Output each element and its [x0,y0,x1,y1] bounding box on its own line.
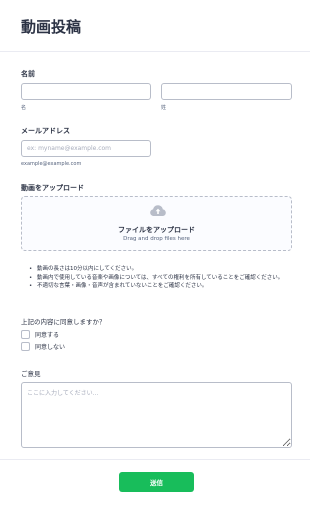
footer-divider [0,459,310,460]
upload-title: ファイルをアップロード [118,226,195,234]
name-label: 名前 [21,70,35,78]
checkbox[interactable] [21,342,30,351]
choice-label: 同意する [35,332,60,339]
submit-button[interactable]: 送信 [119,472,194,492]
consent-option-disagree[interactable]: 同意しない [21,342,65,351]
notes-list: 動画の長さは10分以内にしてください。 動画内で使用している音楽や画像については… [29,265,295,291]
choice-label: 同意しない [35,344,66,351]
list-item: 動画の長さは10分以内にしてください。 [29,265,295,274]
email-label: メールアドレス [21,127,70,135]
comment-textarea[interactable] [21,382,292,448]
email-input[interactable] [21,140,151,157]
page-title: 動画投稿 [21,18,82,36]
cloud-upload-icon [150,205,166,216]
last-name-sublabel: 姓 [161,105,167,111]
last-name-input[interactable] [161,83,292,100]
comment-label: ご意見 [21,370,41,378]
checkbox[interactable] [21,330,30,339]
consent-question: 上記の内容に同意しますか？ [21,318,106,326]
list-item: 不適切な言葉・画像・音声が含まれていないことをご確認ください。 [29,282,295,291]
first-name-sublabel: 名 [21,105,27,111]
upload-label: 動画をアップロード [21,184,84,192]
upload-subtitle: Drag and drop files here [123,236,190,242]
first-name-input[interactable] [21,83,151,100]
form-header: 動画投稿 [0,0,310,52]
file-upload-dropzone[interactable]: ファイルをアップロード Drag and drop files here [21,196,292,251]
consent-option-agree[interactable]: 同意する [21,330,59,339]
email-sublabel: example@example.com [21,161,82,167]
list-item: 動画内で使用している音楽や画像については、すべての権利を所有していることをご確認… [29,274,295,283]
